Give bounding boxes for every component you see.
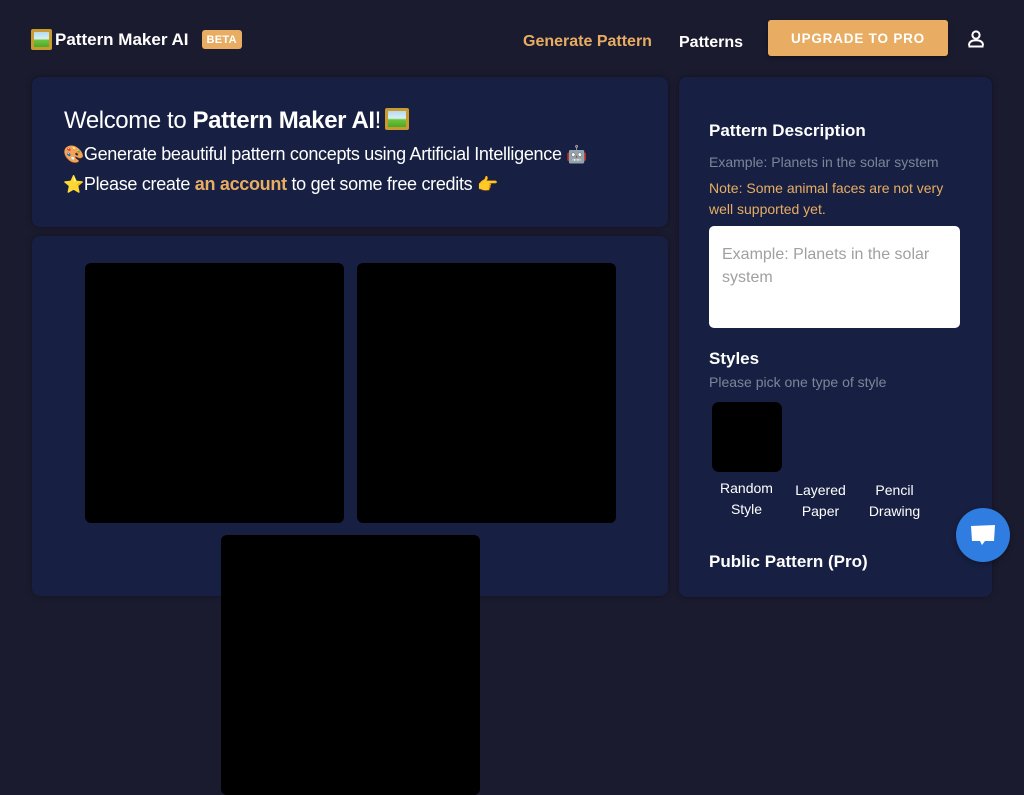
- welcome-title-prefix: Welcome to: [64, 107, 193, 134]
- pointing-right-icon: 👉: [477, 175, 498, 194]
- pattern-description-heading: Pattern Description: [709, 121, 866, 140]
- robot-icon: 🤖: [566, 145, 588, 164]
- welcome-title-brand: Pattern Maker AI: [192, 107, 376, 134]
- palette-icon: 🎨: [63, 145, 84, 164]
- public-pattern-heading: Public Pattern (Pro): [709, 552, 868, 571]
- logo[interactable]: Pattern Maker AI BETA: [31, 29, 242, 50]
- account-prompt: ⭐Please create an account to get some fr…: [63, 174, 498, 195]
- user-icon: [968, 30, 984, 48]
- style-thumbnail: [786, 402, 856, 472]
- framed-picture-icon: [31, 29, 52, 50]
- chat-support-button[interactable]: [956, 508, 1010, 562]
- welcome-panel: Welcome to Pattern Maker AI! 🎨Generate b…: [32, 77, 668, 227]
- chat-bubble-icon: [971, 525, 995, 545]
- pattern-image-3[interactable]: [221, 535, 480, 795]
- upgrade-to-pro-button[interactable]: UPGRADE TO PRO: [768, 20, 948, 56]
- nav-patterns[interactable]: Patterns: [679, 34, 743, 52]
- styles-hint: Please pick one type of style: [709, 374, 887, 390]
- beta-badge: BETA: [201, 30, 242, 49]
- app-name: Pattern Maker AI: [55, 29, 189, 49]
- style-label: Layered Paper: [795, 482, 846, 519]
- style-thumbnail: [860, 402, 930, 472]
- top-nav-bar: Pattern Maker AI BETA Generate Pattern P…: [0, 0, 1024, 76]
- pattern-image-1[interactable]: [85, 263, 344, 523]
- framed-picture-icon: [384, 108, 409, 130]
- style-option-random-style[interactable]: Random Style: [709, 402, 784, 520]
- tagline-text: Generate beautiful pattern concepts usin…: [83, 144, 567, 164]
- user-account-button[interactable]: [965, 28, 987, 50]
- pattern-description-note: Note: Some animal faces are not very wel…: [709, 180, 944, 217]
- style-option-pencil-drawing[interactable]: Pencil Drawing: [857, 402, 932, 522]
- account-prompt-before: Please create: [83, 174, 195, 194]
- styles-heading: Styles: [709, 349, 760, 368]
- create-account-link[interactable]: an account: [195, 174, 287, 194]
- style-option-layered-paper[interactable]: Layered Paper: [783, 402, 858, 522]
- style-thumbnail: [711, 402, 782, 472]
- nav-generate-pattern[interactable]: Generate Pattern: [523, 33, 652, 51]
- style-label: Random Style: [720, 480, 773, 517]
- pattern-description-hint: Example: Planets in the solar system: [709, 154, 939, 170]
- star-icon: ⭐: [63, 175, 84, 194]
- welcome-title: Welcome to Pattern Maker AI!: [64, 107, 409, 135]
- account-prompt-after: to get some free credits: [286, 174, 478, 194]
- welcome-title-suffix: !: [374, 107, 382, 134]
- style-label: Pencil Drawing: [868, 482, 921, 519]
- pattern-gallery: [32, 236, 668, 795]
- welcome-tagline: 🎨Generate beautiful pattern concepts usi…: [63, 144, 588, 165]
- pattern-description-input[interactable]: [709, 226, 960, 328]
- generator-sidebar: Pattern Description Example: Planets in …: [679, 77, 992, 597]
- pattern-image-2[interactable]: [357, 263, 616, 523]
